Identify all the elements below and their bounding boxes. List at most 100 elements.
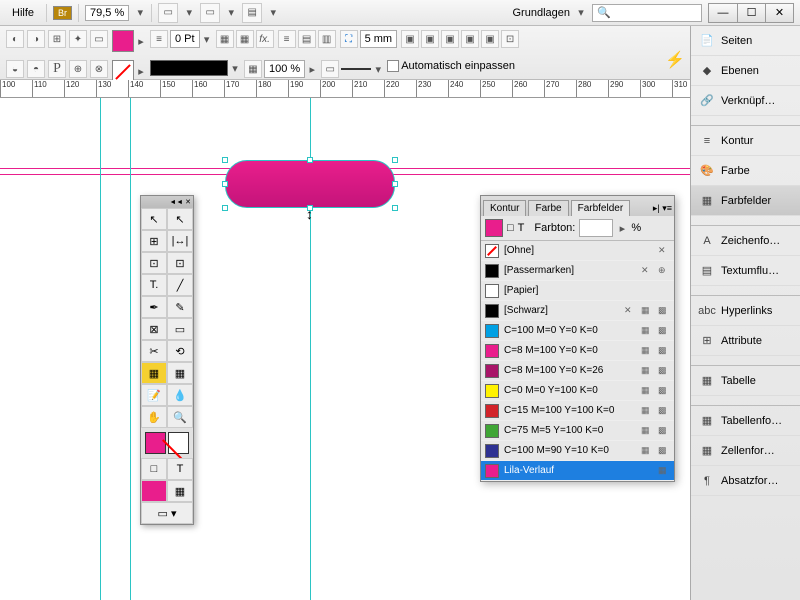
swatch-row[interactable]: C=15 M=100 Y=100 K=0▦▩ [481, 401, 674, 421]
swatch-row[interactable]: [Ohne]✕ [481, 241, 674, 261]
align-icon[interactable]: ▥ [318, 30, 336, 48]
hand-tool[interactable]: ✋ [141, 406, 167, 428]
eyedropper-tool[interactable]: 💧 [167, 384, 193, 406]
panel-tab-farbfelder[interactable]: ▦Farbfelder [691, 186, 800, 216]
fit-icon[interactable]: ⛶ [340, 30, 358, 48]
panel-tab-zeichenfo[interactable]: AZeichenfo… [691, 226, 800, 256]
panel-tab-attribute[interactable]: ⊞Attribute [691, 326, 800, 356]
screen-mode-icon[interactable]: ▭ [200, 3, 220, 23]
panel-tab-seiten[interactable]: 📄Seiten [691, 26, 800, 56]
frame-icon[interactable]: ⊡ [501, 30, 519, 48]
stroke-none-swatch[interactable] [112, 60, 134, 82]
panel-tab-tabellenfo[interactable]: ▦Tabellenfo… [691, 406, 800, 436]
frame-icon[interactable]: ▣ [401, 30, 419, 48]
pct-field[interactable]: 100 % [264, 60, 305, 78]
close-button[interactable]: ✕ [765, 4, 793, 22]
wrap-icon[interactable]: ▭ [321, 60, 339, 78]
tool-icon[interactable]: ◓ [27, 60, 45, 78]
scissors-tool[interactable]: ✂ [141, 340, 167, 362]
panel-tab-textumflu[interactable]: ▤Textumflu… [691, 256, 800, 286]
swatch-row[interactable]: [Passermarken]✕⊕ [481, 261, 674, 281]
maximize-button[interactable]: ☐ [737, 4, 765, 22]
tab-kontur[interactable]: Kontur [483, 200, 526, 216]
apply-gradient[interactable]: ▦ [167, 480, 193, 502]
tool-icon[interactable]: ◑ [27, 30, 45, 48]
align-icon[interactable]: ▤ [298, 30, 316, 48]
p-icon[interactable]: P [48, 60, 66, 78]
zoom-field[interactable]: 79,5 % [85, 5, 129, 21]
view-mode[interactable]: ▭ ▾ [141, 502, 193, 524]
swatch-row[interactable]: [Papier] [481, 281, 674, 301]
frame-icon[interactable]: ▣ [481, 30, 499, 48]
tint-field[interactable] [579, 219, 613, 237]
page-tool[interactable]: ⊞ [141, 230, 167, 252]
arrange-icon[interactable]: ▤ [242, 3, 262, 23]
swatch-row[interactable]: C=100 M=0 Y=0 K=0▦▩ [481, 321, 674, 341]
tab-farbe[interactable]: Farbe [528, 200, 568, 216]
autofit-checkbox[interactable] [387, 60, 399, 72]
chevron-down-icon[interactable]: ▾ [135, 6, 145, 19]
swatch-row[interactable]: C=8 M=100 Y=0 K=0▦▩ [481, 341, 674, 361]
swatch-row[interactable]: C=0 M=0 Y=100 K=0▦▩ [481, 381, 674, 401]
selection-tool[interactable]: ↖ [141, 208, 167, 230]
fx-icon[interactable]: fx. [256, 30, 274, 48]
stroke-style[interactable] [150, 60, 228, 76]
guide-vertical[interactable] [130, 98, 131, 600]
line-tool[interactable]: ╱ [167, 274, 193, 296]
tool-icon[interactable]: ◐ [6, 30, 24, 48]
frame-icon[interactable]: ▣ [421, 30, 439, 48]
note-tool[interactable]: 📝 [141, 384, 167, 406]
fit-field[interactable]: 5 mm [360, 30, 398, 48]
panel-tab-hyperlinks[interactable]: abcHyperlinks [691, 296, 800, 326]
swatches-panel[interactable]: Kontur Farbe Farbfelder ▸| ▾≡ □ T Farbto… [480, 195, 675, 482]
guide-vertical[interactable] [100, 98, 101, 600]
selected-shape[interactable] [225, 160, 395, 208]
quick-apply-icon[interactable]: ⚡ [665, 50, 685, 70]
text-toggle[interactable]: T [167, 458, 193, 480]
swatch-row[interactable]: Lila-Verlauf▦ [481, 461, 674, 481]
panel-tab-kontur[interactable]: ≡Kontur [691, 126, 800, 156]
swatch-row[interactable]: C=100 M=90 Y=10 K=0▦▩ [481, 441, 674, 461]
tab-farbfelder[interactable]: Farbfelder [571, 200, 631, 216]
align-icon[interactable]: ≡ [278, 30, 296, 48]
panel-tab-ebenen[interactable]: ◆Ebenen [691, 56, 800, 86]
fill-stroke[interactable] [141, 428, 193, 458]
pen-tool[interactable]: ✒ [141, 296, 167, 318]
frame-icon[interactable]: ▣ [441, 30, 459, 48]
gradient-tool[interactable]: ▦ [141, 362, 167, 384]
apply-color[interactable] [141, 480, 167, 502]
swatch-row[interactable]: [Schwarz]✕▦▩ [481, 301, 674, 321]
panel-tab-zellenfor[interactable]: ▦Zellenfor… [691, 436, 800, 466]
panel-grip[interactable]: ◄◄ ✕ [141, 196, 193, 208]
type-tool[interactable]: T. [141, 274, 167, 296]
minimize-button[interactable]: — [709, 4, 737, 22]
tool-icon[interactable]: ✦ [69, 30, 87, 48]
content-tool[interactable]: ⊡ [167, 252, 193, 274]
opt-icon[interactable]: ▦ [216, 30, 234, 48]
frame-icon[interactable]: ▣ [461, 30, 479, 48]
panel-tab-farbe[interactable]: 🎨Farbe [691, 156, 800, 186]
swatch-list[interactable]: [Ohne]✕[Passermarken]✕⊕[Papier][Schwarz]… [481, 241, 674, 481]
panel-tab-absatzfor[interactable]: ¶Absatzfor… [691, 466, 800, 496]
tool-icon[interactable]: ▭ [90, 30, 108, 48]
bridge-icon[interactable]: Br [53, 6, 72, 20]
gap-tool[interactable]: |↔| [167, 230, 193, 252]
workspace-label[interactable]: Grundlagen [513, 7, 571, 19]
panel-tab-verknpf[interactable]: 🔗Verknüpf… [691, 86, 800, 116]
tool-icon[interactable]: ⊞ [48, 30, 66, 48]
pencil-tool[interactable]: ✎ [167, 296, 193, 318]
rect-tool[interactable]: ▭ [167, 318, 193, 340]
direct-selection-tool[interactable]: ↖ [167, 208, 193, 230]
line-icon[interactable] [341, 68, 371, 70]
toolbox[interactable]: ◄◄ ✕ ↖↖ ⊞|↔| ⊡⊡ T.╱ ✒✎ ⊠▭ ✂⟲ ▦▦ 📝💧 ✋🔍 □T… [140, 195, 194, 525]
gradient-feather-tool[interactable]: ▦ [167, 362, 193, 384]
frame-tool[interactable]: ⊠ [141, 318, 167, 340]
help-menu[interactable]: Hilfe [6, 5, 40, 21]
container-toggle[interactable]: □ [141, 458, 167, 480]
stroke-weight-field[interactable]: 0 Pt [170, 30, 200, 48]
panel-tab-tabelle[interactable]: ▦Tabelle [691, 366, 800, 396]
fill-proxy[interactable] [485, 219, 503, 237]
text-icon[interactable]: T [518, 222, 525, 234]
swatch-row[interactable]: C=8 M=100 Y=0 K=26▦▩ [481, 361, 674, 381]
transform-tool[interactable]: ⟲ [167, 340, 193, 362]
